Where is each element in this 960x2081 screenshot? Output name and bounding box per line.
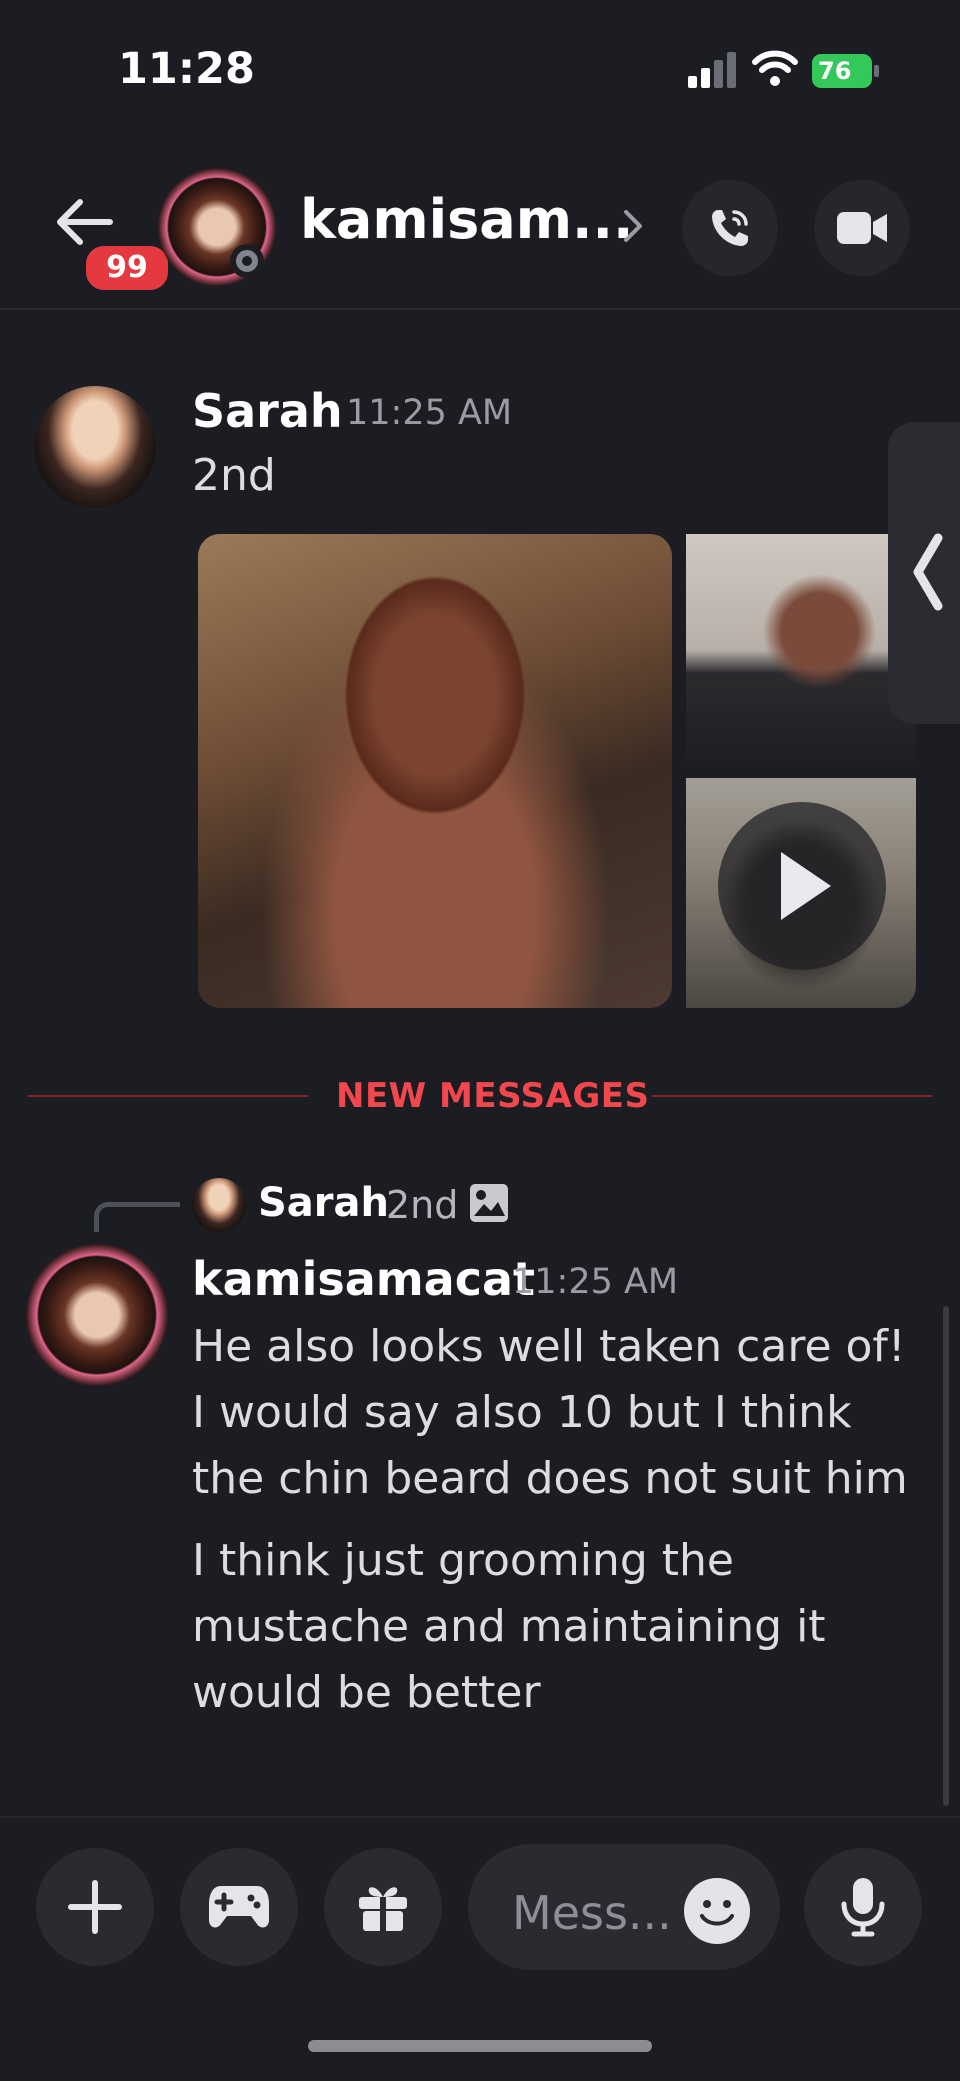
reply-avatar — [192, 1178, 246, 1232]
message-text: He also looks well taken care of! I woul… — [192, 1321, 908, 1504]
unread-badge: 99 — [82, 242, 172, 294]
channel-name[interactable]: kamisam... — [300, 188, 634, 251]
new-messages-line — [652, 1095, 932, 1097]
chevron-left-icon — [913, 533, 943, 611]
kamisamacat-avatar[interactable] — [26, 1244, 168, 1386]
gift-button[interactable] — [324, 1848, 442, 1966]
plus-icon — [68, 1880, 122, 1934]
gamepad-icon — [209, 1886, 269, 1928]
phone-call-icon — [712, 210, 748, 246]
scrollbar[interactable] — [943, 1306, 949, 1806]
back-arrow-icon[interactable] — [52, 196, 114, 248]
reply-preview-text[interactable]: 2nd — [386, 1183, 458, 1227]
video-call-button[interactable] — [814, 180, 910, 276]
gift-icon — [359, 1887, 407, 1931]
message-input-placeholder[interactable]: Mess... — [512, 1886, 672, 1940]
message-author[interactable]: kamisamacat — [192, 1252, 535, 1306]
voice-call-button[interactable] — [682, 180, 778, 276]
signal-icon — [688, 52, 736, 88]
voice-message-button[interactable] — [804, 1848, 922, 1966]
message-timestamp: 11:25 AM — [346, 393, 513, 433]
side-panel-handle[interactable] — [888, 422, 960, 724]
reply-connector — [94, 1202, 180, 1232]
home-indicator — [308, 2040, 652, 2052]
video-camera-icon — [837, 212, 887, 244]
microphone-icon — [841, 1878, 885, 1937]
activities-button[interactable] — [180, 1848, 298, 1966]
message-timestamp: 11:25 AM — [512, 1262, 679, 1302]
play-button[interactable] — [718, 802, 886, 970]
sarah-avatar[interactable] — [34, 386, 156, 508]
chevron-right-icon[interactable] — [620, 206, 646, 246]
status-time: 11:28 — [118, 44, 255, 94]
message-text: 2nd — [192, 450, 276, 501]
new-messages-line — [28, 1095, 308, 1097]
message-author[interactable]: Sarah — [192, 384, 343, 438]
message-text: I think just grooming the mustache and m… — [192, 1535, 826, 1718]
emoji-icon — [700, 1900, 734, 1926]
image-icon — [470, 1184, 508, 1222]
wifi-icon — [752, 50, 798, 86]
add-attachment-button[interactable] — [36, 1848, 154, 1966]
battery-indicator: 76 — [812, 54, 880, 88]
battery-level: 76 — [812, 54, 872, 88]
play-icon — [781, 852, 831, 920]
reply-author[interactable]: Sarah — [258, 1180, 389, 1226]
new-messages-label: NEW MESSAGES — [336, 1076, 650, 1116]
image-attachment[interactable] — [198, 534, 672, 1008]
image-attachment[interactable] — [686, 534, 916, 766]
emoji-button[interactable] — [684, 1878, 750, 1944]
header-divider — [0, 308, 960, 310]
offline-status-icon — [230, 244, 264, 278]
